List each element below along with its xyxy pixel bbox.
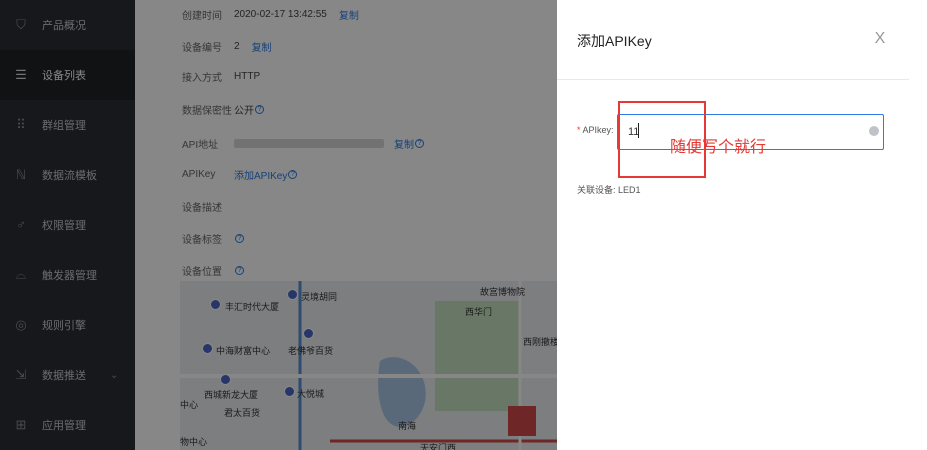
close-icon[interactable]: X — [872, 30, 888, 48]
linked-device-label: 关联设备: — [577, 185, 616, 195]
linked-device-row: 关联设备: LED1 — [577, 183, 641, 196]
clear-icon[interactable] — [869, 126, 879, 136]
annotation-text: 随便写个就行 — [670, 139, 767, 156]
apikey-field-label: * APIkey: — [577, 125, 614, 135]
drawer-header: 添加APIKey X — [557, 0, 909, 80]
required-marker: * — [577, 125, 581, 135]
linked-device-value: LED1 — [618, 185, 641, 195]
add-apikey-drawer: 添加APIKey X * APIkey: 关联设备: LED1 — [557, 0, 927, 450]
drawer-title: 添加APIKey — [577, 33, 652, 49]
apikey-field-label-text: APIkey: — [582, 125, 614, 135]
modal-overlay[interactable] — [0, 0, 557, 450]
